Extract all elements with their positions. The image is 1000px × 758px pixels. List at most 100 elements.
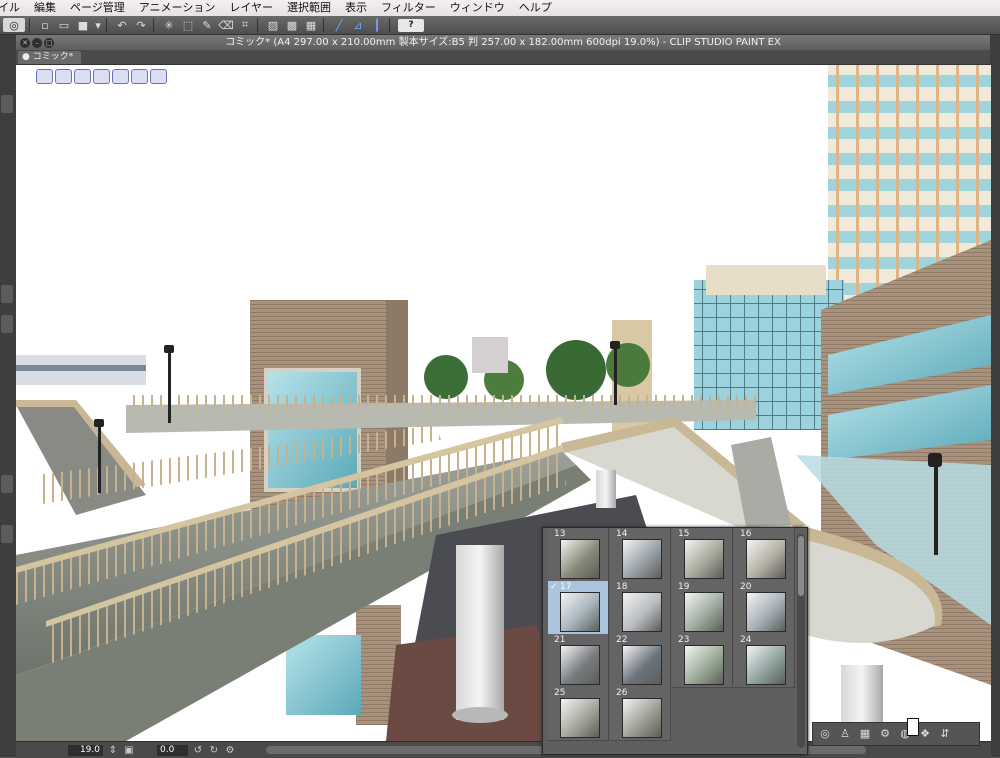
page-thumbnail[interactable]: 21	[548, 634, 609, 688]
page-thumbnail[interactable]: 15	[672, 528, 733, 582]
menu-item[interactable]: ヘルプ	[512, 0, 559, 16]
rotate-left-icon[interactable]	[36, 69, 53, 84]
dock-tab[interactable]	[1, 285, 13, 303]
dock-tab[interactable]	[1, 95, 13, 113]
page-preview-image	[560, 698, 600, 738]
undo-icon[interactable]: ↶	[114, 18, 130, 32]
transform-icon[interactable]: ✳	[161, 18, 177, 32]
tab-dot-icon: ●	[22, 52, 33, 62]
rotation-field[interactable]: 0.0	[157, 744, 188, 756]
zoom-field[interactable]: 19.0	[68, 744, 103, 756]
zoom-in-icon[interactable]	[112, 69, 129, 84]
menu-item[interactable]: レイヤー	[222, 0, 280, 16]
page-preview-image	[622, 645, 662, 685]
page-preview-image	[746, 539, 786, 579]
redo-icon[interactable]: ↷	[133, 18, 149, 32]
menu-bar: イル 編集 ページ管理 アニメーション レイヤー 選択範囲 表示 フィルター ウィンドウ ヘルプ	[0, 0, 1000, 16]
page-thumbnail[interactable]: 18	[610, 581, 671, 635]
command-bar: ◎ ▫ ▭ ■ ▾ ↶ ↷ ✳ ⬚ ✎ ⌫ ⌗ ▨ ▩ ▦ ╱ ⊿ ┃ ?	[0, 16, 1000, 35]
person-icon[interactable]: ♙	[837, 727, 853, 741]
page-panel-scrollbar[interactable]	[797, 534, 805, 748]
dock-tab[interactable]	[1, 475, 13, 493]
toolbar-divider	[257, 18, 258, 32]
rotate-cw-icon[interactable]: ↻	[208, 745, 220, 756]
save-dropdown-icon[interactable]: ▾	[94, 18, 102, 32]
menu-item[interactable]: 表示	[338, 0, 374, 16]
drawing-canvas[interactable]	[16, 65, 991, 741]
scrollbar-thumb[interactable]	[798, 536, 804, 596]
page-thumbnail[interactable]: 19	[672, 581, 733, 635]
reset-rotation-icon[interactable]: ⚙	[224, 745, 236, 756]
support-column	[596, 470, 616, 508]
elevator-base-glass	[286, 635, 361, 715]
rotate-right-icon[interactable]	[55, 69, 72, 84]
page-thumbnail[interactable]: 24	[734, 634, 795, 688]
brush-icon[interactable]: ✎	[199, 18, 215, 32]
menu-item[interactable]: 選択範囲	[280, 0, 338, 16]
toolbar-divider	[29, 18, 30, 32]
rotate-ccw-icon[interactable]: ↺	[192, 745, 204, 756]
cursor-indicator	[907, 718, 919, 736]
page-number: 24	[740, 635, 752, 645]
help-icon[interactable]: ?	[398, 18, 424, 32]
menu-item[interactable]: フィルター	[374, 0, 443, 16]
menu-item[interactable]: ウィンドウ	[443, 0, 512, 16]
grid-icon[interactable]: ▦	[857, 727, 873, 741]
snap-grid-icon[interactable]: ▦	[303, 18, 319, 32]
reset-icon[interactable]	[150, 69, 167, 84]
navigator-icon[interactable]: ◎	[817, 727, 833, 741]
layers-icon[interactable]: ❖	[917, 727, 933, 741]
fit-icon[interactable]	[93, 69, 110, 84]
page-thumbnail[interactable]: 13	[548, 528, 609, 582]
page-thumbnail[interactable]: 25	[548, 687, 609, 741]
page-number: 19	[678, 582, 690, 592]
page-thumbnail[interactable]: 20	[734, 581, 795, 635]
dock-tab[interactable]	[1, 315, 13, 333]
crop-icon[interactable]: ⌗	[237, 18, 253, 32]
open-file-icon[interactable]: ▭	[56, 18, 72, 32]
page-preview-image	[684, 592, 724, 632]
save-icon[interactable]: ■	[75, 18, 91, 32]
page-thumbnail[interactable]: 26	[610, 687, 671, 741]
flip-icon[interactable]	[74, 69, 91, 84]
fit-page-icon[interactable]: ▣	[123, 745, 135, 756]
new-file-icon[interactable]: ▫	[37, 18, 53, 32]
left-dock-strip	[0, 35, 17, 757]
snap-edge-icon[interactable]: ┃	[369, 18, 385, 32]
elevator-window	[264, 368, 361, 492]
page-number: 23	[678, 635, 690, 645]
snap-ruler-icon[interactable]: ▩	[284, 18, 300, 32]
page-preview-image	[560, 592, 600, 632]
page-number: 22	[616, 635, 628, 645]
menu-item[interactable]: ページ管理	[63, 0, 132, 16]
distant-building	[472, 337, 508, 373]
page-thumbnail[interactable]: 23	[672, 634, 733, 688]
tree	[606, 343, 650, 387]
page-thumbnail[interactable]: ✓ 17	[548, 581, 609, 635]
dock-tab[interactable]	[1, 525, 13, 543]
zoom-out-icon[interactable]	[131, 69, 148, 84]
menu-item[interactable]: 編集	[27, 0, 63, 16]
fill-icon[interactable]: ▨	[265, 18, 281, 32]
tab-label: コミック*	[32, 52, 74, 62]
clip-logo-icon[interactable]: ◎	[3, 18, 25, 32]
page-thumbnail[interactable]: 16	[734, 528, 795, 582]
support-column	[456, 545, 504, 720]
eraser-icon[interactable]: ⌫	[218, 18, 234, 32]
zoom-stepper-icon[interactable]: ⇕	[107, 745, 119, 756]
expand-icon[interactable]: ⇵	[937, 727, 953, 741]
tab-document[interactable]: ● コミック*	[18, 51, 82, 64]
menu-item[interactable]: アニメーション	[132, 0, 223, 16]
gear-icon[interactable]: ⚙	[877, 727, 893, 741]
snap-line-icon[interactable]: ╱	[331, 18, 347, 32]
menu-item[interactable]: イル	[0, 0, 27, 16]
glass-building-top	[706, 265, 826, 295]
select-all-icon[interactable]: ⬚	[180, 18, 196, 32]
page-thumbnail[interactable]: 14	[610, 528, 671, 582]
snap-special-icon[interactable]: ⊿	[350, 18, 366, 32]
artwork-illustration	[16, 65, 991, 741]
tree	[546, 340, 606, 400]
page-thumbnail[interactable]: 22	[610, 634, 671, 688]
toolbar-divider	[106, 18, 107, 32]
window-title: コミック* (A4 297.00 x 210.00mm 製本サイズ:B5 判 2…	[225, 37, 781, 48]
